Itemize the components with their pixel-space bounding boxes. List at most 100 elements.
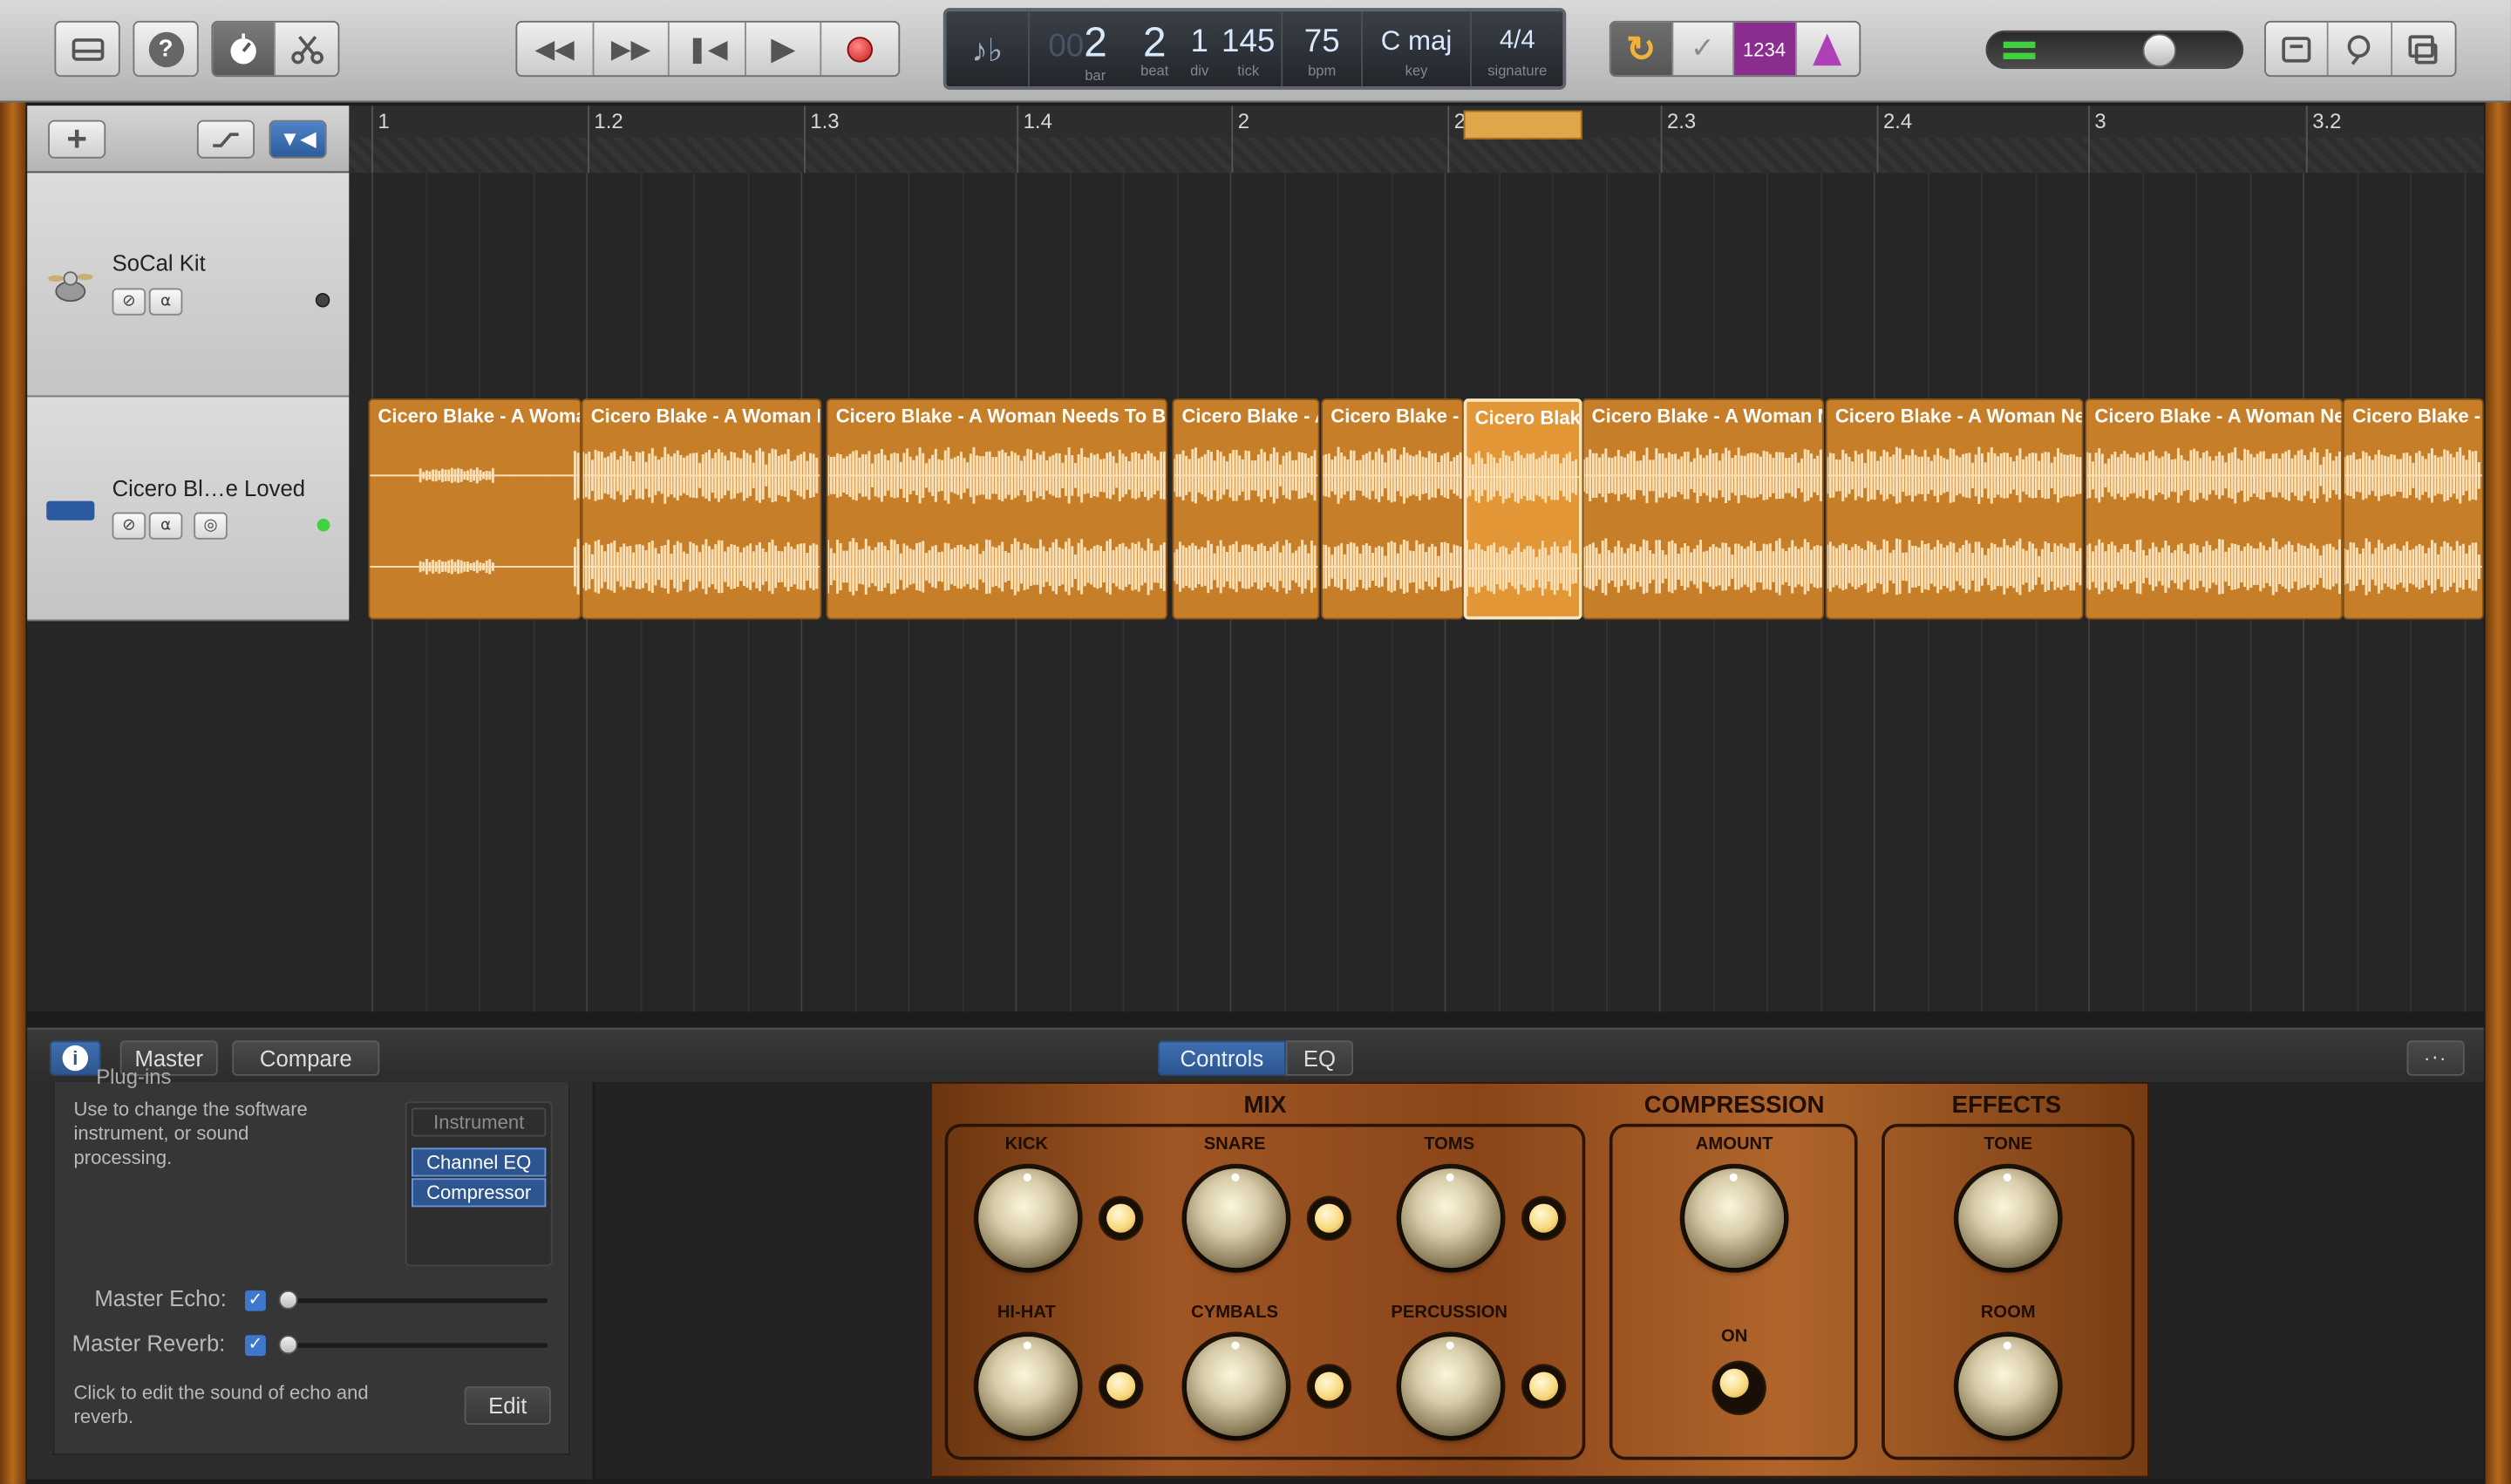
mix-knob-hi-hat[interactable]: [978, 1337, 1078, 1436]
on-label: ON: [1662, 1327, 1806, 1346]
smart-controls-button[interactable]: [213, 23, 276, 76]
waveform: [1174, 435, 1317, 617]
loop-browser-button[interactable]: [2329, 23, 2392, 76]
lcd-mode-area[interactable]: ♪♭: [946, 11, 1030, 86]
lcd-key-value: C maj: [1363, 21, 1470, 63]
fast-forward-button[interactable]: ▶▶: [594, 23, 670, 76]
count-in-button[interactable]: 1234: [1734, 23, 1796, 76]
cycle-button[interactable]: ↻: [1611, 23, 1673, 76]
track-header-cicero[interactable]: Cicero Bl…e Loved ⊘ ⍺ ◎: [27, 397, 349, 621]
room-knob[interactable]: [1958, 1337, 2058, 1436]
amount-knob[interactable]: [1684, 1168, 1784, 1268]
mix-knob-label: SNARE: [1162, 1135, 1306, 1154]
instrument-slot[interactable]: Instrument: [412, 1108, 546, 1137]
master-volume-slider[interactable]: [1986, 31, 2244, 69]
plugin-channel-eq[interactable]: Channel EQ: [412, 1147, 546, 1176]
amount-label: AMOUNT: [1662, 1135, 1806, 1154]
audio-region[interactable]: Cicero Blake - A Woman Needs To Be Loved: [827, 398, 1167, 619]
record-enable-button[interactable]: ◎: [194, 513, 228, 540]
region-name: Cicero Blake - A Woman Needs To Be Loved: [1475, 406, 1582, 429]
audio-region[interactable]: Cicero Blake - A Woman Needs To Be Loved: [582, 398, 822, 619]
effects-title: EFFECTS: [1880, 1092, 2133, 1119]
mute-button[interactable]: ⊘: [112, 513, 146, 540]
add-track-button[interactable]: +: [48, 120, 105, 159]
lcd-bar-value: 2: [1084, 17, 1107, 65]
region-name: Cicero Blake - A Woman Needs To Be Loved: [378, 405, 581, 428]
go-to-beginning-button[interactable]: ❚◀: [670, 23, 745, 76]
cycle-region[interactable]: [1464, 111, 1582, 140]
mix-led-hi-hat[interactable]: [1100, 1365, 1142, 1407]
mute-button[interactable]: ⊘: [112, 288, 146, 315]
audio-region[interactable]: Cicero Blake - A Woman Needs To Be Loved: [1582, 398, 1824, 619]
plugin-compressor[interactable]: Compressor: [412, 1178, 546, 1207]
lcd-key[interactable]: C maj key: [1363, 11, 1472, 86]
rewind-button[interactable]: ◀◀: [517, 23, 593, 76]
notepad-button[interactable]: [2266, 23, 2329, 76]
mix-knob-label: KICK: [955, 1135, 1099, 1154]
mix-led-snare[interactable]: [1309, 1197, 1351, 1239]
track-name[interactable]: Cicero Bl…e Loved: [112, 475, 306, 500]
plugin-slot-list: Instrument Channel EQ Compressor: [405, 1101, 553, 1266]
region-name: Cicero Blake - A Woman Needs To Be Loved: [591, 405, 821, 428]
mix-led-toms[interactable]: [1523, 1197, 1565, 1239]
tone-knob[interactable]: [1958, 1168, 2058, 1268]
compare-button[interactable]: Compare: [232, 1040, 379, 1075]
audio-region[interactable]: Cicero Blake - A Woman Needs To Be Loved: [1826, 398, 2084, 619]
library-button[interactable]: [54, 21, 119, 77]
audio-region[interactable]: Cicero Blake - A Woman Needs To Be Loved: [368, 398, 581, 619]
right-wood-rail: [2486, 103, 2511, 1484]
mix-knob-snare[interactable]: [1187, 1168, 1286, 1268]
compression-on-button[interactable]: [1713, 1362, 1765, 1413]
mix-title: MIX: [932, 1092, 1598, 1119]
metronome-button[interactable]: [1796, 23, 1860, 76]
audio-region[interactable]: Cicero Blake - A Woman Needs To Be Loved: [2085, 398, 2343, 619]
automation-button[interactable]: [197, 120, 255, 159]
audio-region[interactable]: Cicero Blake - A Woman Needs To Be Loved: [1321, 398, 1463, 619]
edit-button[interactable]: Edit: [465, 1386, 551, 1425]
mix-knob-percussion[interactable]: [1401, 1337, 1500, 1436]
media-browser-button[interactable]: [2392, 23, 2454, 76]
flex-button[interactable]: ▼◀: [269, 120, 327, 159]
timeline-ruler[interactable]: 11.21.31.422.22.32.433.2: [349, 106, 2483, 173]
mix-led-percussion[interactable]: [1523, 1365, 1565, 1407]
tab-eq[interactable]: EQ: [1286, 1040, 1353, 1075]
ruler-mark: 2.4: [1883, 109, 1912, 133]
media-browser-icon: [2406, 31, 2440, 66]
volume-slider-knob[interactable]: [2143, 34, 2177, 68]
lcd-display[interactable]: ♪♭ 002 bar 2 beat 1 div 145 tick 75 bpm: [943, 8, 1566, 90]
editor-header: i Master Compare Controls EQ ·‧·: [27, 1028, 2483, 1082]
tracks-area[interactable]: Cicero Blake - A Woman Needs To Be Loved…: [349, 173, 2483, 1011]
lcd-tempo[interactable]: 75 bpm: [1283, 11, 1363, 86]
audio-region[interactable]: Cicero Blake - A Woman Needs To Be Loved: [1464, 398, 1582, 619]
mix-knob-kick[interactable]: [978, 1168, 1078, 1268]
editors-button[interactable]: [276, 23, 338, 76]
mix-knob-toms[interactable]: [1401, 1168, 1500, 1268]
track-header-socal-kit[interactable]: SoCal Kit ⊘ ⍺: [27, 173, 349, 397]
master-echo-checkbox[interactable]: ✓: [245, 1290, 266, 1311]
master-echo-slider-knob[interactable]: [279, 1290, 298, 1310]
help-button[interactable]: ?: [133, 21, 198, 77]
view-toggle-button[interactable]: ·‧·: [2407, 1040, 2465, 1075]
track-status-led: [316, 293, 330, 308]
master-reverb-slider-knob[interactable]: [279, 1335, 298, 1354]
play-button[interactable]: ▶: [746, 23, 822, 76]
audio-region[interactable]: Cicero Blake - A Woman Needs To Be Loved: [1172, 398, 1319, 619]
mix-knob-cymbals[interactable]: [1187, 1337, 1286, 1436]
tone-label: TONE: [1936, 1135, 2080, 1154]
mix-led-kick[interactable]: [1100, 1197, 1142, 1239]
info-button[interactable]: i: [50, 1040, 101, 1075]
tab-controls[interactable]: Controls: [1158, 1040, 1286, 1075]
record-button[interactable]: [822, 23, 898, 76]
mix-knob-label: HI-HAT: [955, 1304, 1099, 1323]
solo-button[interactable]: ⍺: [149, 288, 183, 315]
master-reverb-checkbox[interactable]: ✓: [245, 1335, 266, 1356]
master-reverb-slider[interactable]: [287, 1343, 548, 1348]
track-name[interactable]: SoCal Kit: [112, 249, 206, 275]
ruler-line: [1231, 106, 1233, 173]
master-echo-slider[interactable]: [287, 1298, 548, 1304]
audio-region[interactable]: Cicero Blake - A Woman Needs To Be Loved: [2343, 398, 2484, 619]
solo-button[interactable]: ⍺: [149, 513, 183, 540]
mix-led-cymbals[interactable]: [1309, 1365, 1351, 1407]
tuner-button[interactable]: ✓: [1672, 23, 1734, 76]
lcd-signature[interactable]: 4/4 signature: [1472, 11, 1563, 86]
